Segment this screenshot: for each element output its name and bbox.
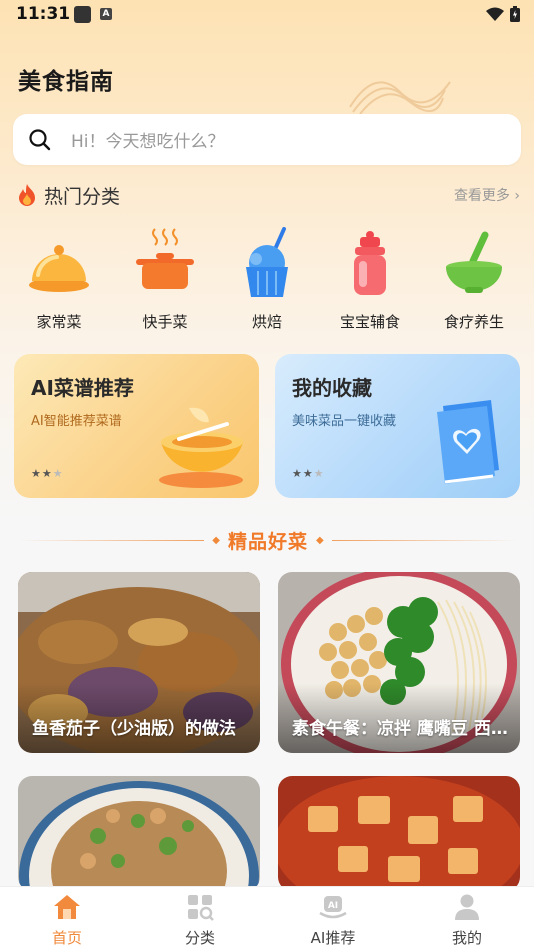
tab-label: AI推荐 [310,929,356,947]
ai-icon: AI [319,896,347,919]
category-row: 家常菜 快手菜 烘焙 宝宝辅食 食疗养生 [0,225,534,340]
ai-recipe-card[interactable]: AI菜谱推荐 AI智能推荐菜谱 ★★★ [14,354,259,498]
my-favorites-card[interactable]: 我的收藏 美味菜品一键收藏 ★★★ [275,354,520,498]
tab-category[interactable]: 分类 [160,893,240,948]
heart-book-icon [437,400,499,484]
ai-recipe-title: AI菜谱推荐 [31,376,134,400]
cupcake-icon [246,227,288,297]
app-title: 美食指南 [18,69,114,95]
cloche-icon [29,245,89,292]
hot-categories-title: 热门分类 [44,185,121,208]
user-icon [455,894,479,920]
tab-label: 首页 [51,929,82,947]
tab-ai-recommend[interactable]: AI AI推荐 [293,893,373,948]
recipe-card[interactable]: 鱼香茄子（少油版）的做法 [18,572,260,753]
home-icon [54,895,80,919]
favorites-subtitle: 美味菜品一键收藏 [292,414,397,429]
battery-icon [510,6,520,22]
category-label: 烘焙 [251,313,282,331]
ai-recipe-subtitle: AI智能推荐菜谱 [31,414,122,429]
section-title: 精品好菜 [228,530,309,553]
soup-bowl-icon [159,407,243,488]
category-label: 家常菜 [36,313,82,331]
tab-home[interactable]: 首页 [27,893,107,948]
wifi-icon [486,7,504,21]
category-dietary-therapy[interactable]: 食疗养生 [429,225,519,332]
keyboard-a-icon: A [100,8,112,20]
category-quick-dishes[interactable]: 快手菜 [120,225,210,332]
section-divider: ◆ 精品好菜 ◆ [18,523,519,557]
category-label: 食疗养生 [443,313,504,331]
search-bar[interactable]: Hi！今天想吃什么？ [13,114,521,165]
recipe-card[interactable]: 素食午餐：凉拌 鹰嘴豆 西蓝花 [278,572,520,753]
baby-bottle-icon [354,231,386,295]
noodle-decoration [349,81,451,115]
bottom-tab-bar: 首页 分类 AI AI推荐 我的 [0,886,534,950]
tab-label: 我的 [451,929,482,947]
category-baby-food[interactable]: 宝宝辅食 [325,225,415,332]
status-time: 11:31 [16,4,71,24]
recipe-image-stirfry [18,776,260,891]
favorites-title: 我的收藏 [292,376,372,400]
rating-stars: ★★★ [31,467,64,480]
category-label: 快手菜 [142,313,188,331]
fire-icon [19,184,35,206]
search-placeholder: Hi！今天想吃什么？ [71,132,225,152]
recipe-title: 鱼香茄子（少油版）的做法 [32,719,236,739]
hot-categories-header: 热门分类 查看更多 › [16,180,520,210]
category-label: 宝宝辅食 [339,313,400,331]
divider-dot: ◆ [212,534,220,546]
category-grid-icon [188,895,214,921]
pot-icon [136,228,194,289]
search-icon [29,128,51,150]
status-bar: 11:31 A [0,0,534,30]
see-more-link[interactable]: 查看更多 › [454,185,520,205]
tab-label: 分类 [184,929,215,947]
category-home-cooking[interactable]: 家常菜 [14,225,104,332]
recipe-image-mapo-tofu [278,776,520,891]
tab-mine[interactable]: 我的 [427,893,507,948]
svg-text:AI: AI [328,901,338,911]
recipe-card[interactable] [278,776,520,891]
recipe-title: 素食午餐：凉拌 鹰嘴豆 西蓝花 [292,719,510,739]
divider-dot: ◆ [316,534,324,546]
rating-stars: ★★★ [292,467,325,480]
category-baking[interactable]: 烘焙 [222,225,312,332]
notification-icon [74,6,91,23]
recipe-card[interactable] [18,776,260,891]
mortar-bowl-icon [446,231,502,293]
